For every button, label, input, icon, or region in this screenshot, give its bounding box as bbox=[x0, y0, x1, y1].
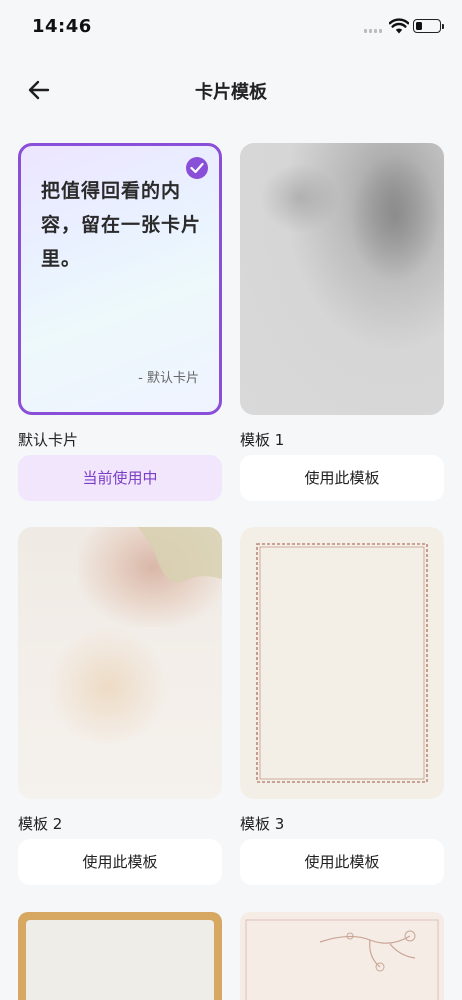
use-template-button[interactable]: 使用此模板 bbox=[240, 839, 444, 885]
status-time: 14:46 bbox=[32, 16, 92, 37]
template-name: 模板 3 bbox=[240, 815, 285, 833]
floral-decoration bbox=[245, 919, 439, 1000]
use-template-button[interactable]: 使用此模板 bbox=[18, 839, 222, 885]
template-preview-3[interactable] bbox=[240, 527, 444, 799]
selected-check-icon bbox=[186, 157, 208, 179]
header: 卡片模板 bbox=[0, 64, 462, 116]
battery-icon bbox=[413, 19, 444, 33]
leaf-shadow-decoration bbox=[260, 163, 340, 233]
template-item-2: 模板 2 使用此模板 bbox=[18, 527, 222, 885]
template-item-1: 模板 1 使用此模板 bbox=[240, 143, 444, 501]
wave-decoration bbox=[138, 527, 222, 583]
template-preview-5[interactable] bbox=[240, 912, 444, 1000]
current-template-button[interactable]: 当前使用中 bbox=[18, 455, 222, 501]
template-item-3: 模板 3 使用此模板 bbox=[240, 527, 444, 885]
template-preview-4[interactable] bbox=[18, 912, 222, 1000]
template-name: 模板 1 bbox=[240, 431, 285, 449]
card-preview-text: 把值得回看的内容，留在一张卡片里。 bbox=[41, 180, 202, 270]
template-item-4 bbox=[18, 912, 222, 1000]
template-preview-default[interactable]: 把值得回看的内容，留在一张卡片里。 - 默认卡片 bbox=[18, 143, 222, 415]
template-name: 模板 2 bbox=[18, 815, 63, 833]
ornate-border-decoration bbox=[256, 543, 428, 783]
paper-decoration bbox=[26, 920, 214, 1000]
template-item-5 bbox=[240, 912, 444, 1000]
cellular-signal-icon bbox=[364, 29, 382, 33]
template-preview-1[interactable] bbox=[240, 143, 444, 415]
card-preview-attribution: - 默认卡片 bbox=[138, 371, 199, 386]
template-item-default: 把值得回看的内容，留在一张卡片里。 - 默认卡片 默认卡片 当前使用中 bbox=[18, 143, 222, 501]
leaf-shadow-decoration bbox=[350, 153, 440, 283]
template-name: 默认卡片 bbox=[18, 431, 79, 449]
template-preview-2[interactable] bbox=[18, 527, 222, 799]
wifi-icon bbox=[389, 18, 409, 34]
use-template-button[interactable]: 使用此模板 bbox=[240, 455, 444, 501]
status-bar: 14:46 bbox=[0, 0, 462, 56]
page-title: 卡片模板 bbox=[195, 82, 267, 103]
